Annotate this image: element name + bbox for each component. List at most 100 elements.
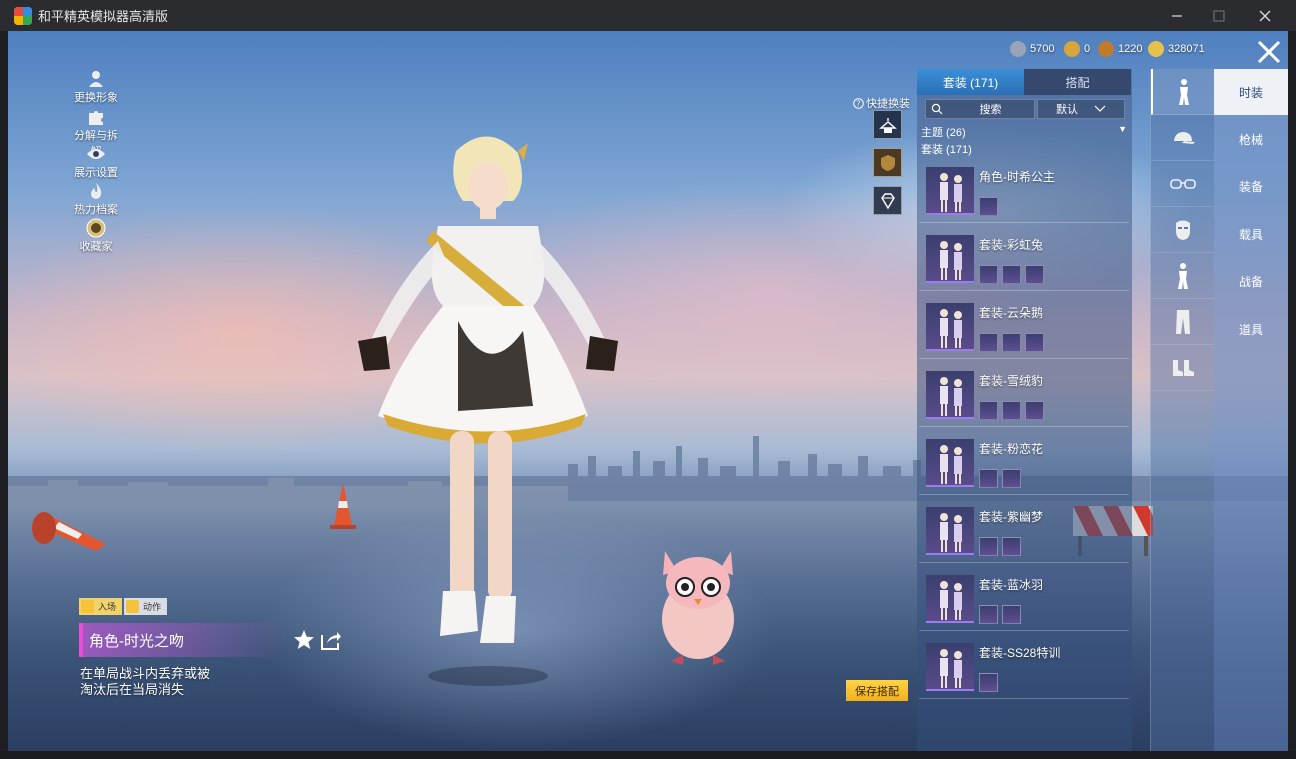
left-menu-collector[interactable]: 收藏家	[70, 218, 122, 254]
theme-label: 主题 (26)	[921, 127, 966, 139]
goggles-icon	[1170, 178, 1196, 189]
tab-outfits[interactable]: 搭配	[1024, 69, 1131, 95]
suit-piece-icon[interactable]	[1025, 265, 1044, 284]
taskbar-strip	[0, 751, 1296, 759]
person-icon	[86, 69, 106, 89]
category-full-body[interactable]	[1151, 69, 1215, 115]
skin-description-line2: 淘汰后在当局消失	[80, 682, 185, 697]
category-face[interactable]	[1151, 207, 1215, 253]
bronze-coin-icon	[1098, 41, 1114, 57]
suit-piece-icon[interactable]	[979, 333, 998, 352]
tab-action[interactable]: 动作	[124, 598, 168, 615]
suit-piece-icon[interactable]	[979, 197, 998, 216]
title-bar: 和平精英模拟器高清版	[0, 0, 1296, 31]
suit-piece-icon[interactable]	[1002, 265, 1021, 284]
quick-change-label[interactable]: ? 快捷换装	[853, 95, 910, 111]
right-navigation: 时装 枪械 装备 载具 战备 道具	[1214, 69, 1288, 751]
silver-coin-icon	[1010, 41, 1026, 57]
suit-piece-icon[interactable]	[979, 605, 998, 624]
left-menu-label: 热力档案	[74, 204, 118, 216]
left-menu-change-look[interactable]: 更换形象	[70, 69, 122, 105]
tab-entrance[interactable]: 入场	[79, 598, 123, 615]
save-outfit-button[interactable]: 保存搭配	[846, 680, 908, 701]
suit-item[interactable]: 套装-SS28特训	[919, 637, 1129, 699]
nav-battle-gear[interactable]: 战备	[1214, 258, 1288, 304]
nav-equipment[interactable]: 装备	[1214, 163, 1288, 209]
suit-item[interactable]: 套装-彩虹兔	[919, 229, 1129, 291]
suit-item[interactable]: 套装-蓝冰羽	[919, 569, 1129, 631]
category-shoes[interactable]	[1151, 345, 1215, 391]
suit-piece-icon[interactable]	[1025, 333, 1044, 352]
search-input[interactable]: 搜索	[925, 99, 1035, 119]
theme-filter[interactable]: 主题 (26) ▼	[921, 124, 1127, 140]
nav-weapons[interactable]: 枪械	[1214, 116, 1288, 162]
suit-name: 套装-紫幽梦	[979, 510, 1043, 524]
suit-piece-icon[interactable]	[1002, 333, 1021, 352]
close-screen-button[interactable]	[1254, 37, 1284, 67]
suit-item[interactable]: 套装-云朵鹅	[919, 297, 1129, 359]
suit-piece-icon[interactable]	[979, 673, 998, 692]
category-hat[interactable]	[1151, 115, 1215, 161]
quick-slot-emblem[interactable]	[873, 148, 902, 177]
quick-slot-outfit[interactable]	[873, 110, 902, 139]
suits-count-label: 套装 (171)	[921, 144, 972, 156]
cap-icon	[1174, 131, 1195, 144]
currency-gold-badge: 0	[1064, 41, 1090, 57]
suit-piece-icon[interactable]	[1002, 605, 1021, 624]
favorite-star-icon[interactable]	[293, 629, 315, 651]
tab-suits[interactable]: 套装 (171)	[917, 69, 1024, 95]
left-menu-label: 收藏家	[79, 241, 113, 253]
mask-icon	[1176, 220, 1190, 240]
left-menu-label: 展示设置	[74, 167, 118, 179]
smile-icon	[81, 600, 94, 613]
search-icon	[931, 103, 943, 115]
currency-bronze: 1220	[1098, 41, 1142, 57]
nav-vehicles[interactable]: 载具	[1214, 211, 1288, 257]
shoes-icon	[1173, 359, 1194, 376]
suit-item[interactable]: 套装-紫幽梦	[919, 501, 1129, 563]
left-menu-display-settings[interactable]: 展示设置	[70, 144, 122, 180]
suit-piece-icon[interactable]	[1002, 469, 1021, 488]
suit-piece-icon[interactable]	[979, 265, 998, 284]
help-icon: ?	[853, 97, 864, 109]
category-eyewear[interactable]	[1151, 161, 1215, 207]
app-logo-icon	[14, 6, 32, 25]
suit-thumbnail	[926, 439, 974, 487]
game-viewport: 更换形象 分解与拆解 展示设置 热力档案 收藏家 5700 0 1220 328…	[8, 31, 1288, 751]
selected-skin-name: 角色-时光之吻	[79, 623, 289, 657]
suit-thumbnail	[926, 575, 974, 623]
search-placeholder: 搜索	[979, 104, 1002, 116]
suit-piece-icon[interactable]	[1002, 537, 1021, 556]
sort-label: 默认	[1056, 104, 1078, 116]
quick-change-text: 快捷换装	[866, 98, 910, 110]
suit-piece-icon[interactable]	[1025, 401, 1044, 420]
suit-piece-icon[interactable]	[979, 469, 998, 488]
category-pants[interactable]	[1151, 299, 1215, 345]
suit-piece-icon[interactable]	[1002, 401, 1021, 420]
close-window-button[interactable]	[1242, 0, 1288, 31]
left-menu-heat-archive[interactable]: 热力档案	[70, 181, 122, 217]
maximize-icon	[1213, 10, 1225, 21]
emblem-icon	[880, 154, 895, 171]
currency-value: 328071	[1168, 43, 1205, 55]
sort-dropdown[interactable]: 默认	[1037, 99, 1125, 119]
category-outfit[interactable]	[1151, 253, 1215, 299]
suit-piece-icon[interactable]	[979, 401, 998, 420]
chevron-down-icon	[1094, 105, 1106, 112]
close-icon	[1259, 10, 1271, 21]
suit-item[interactable]: 套装-粉恋花	[919, 433, 1129, 495]
suit-item[interactable]: 角色-时希公主	[919, 161, 1129, 223]
suit-piece-icon[interactable]	[979, 537, 998, 556]
quick-slot-gem[interactable]	[873, 186, 902, 215]
dropdown-arrow-icon: ▼	[1118, 124, 1127, 134]
nav-fashion[interactable]: 时装	[1214, 69, 1288, 115]
gold-coin-icon	[1148, 41, 1164, 57]
maximize-button[interactable]	[1196, 0, 1242, 31]
nav-items[interactable]: 道具	[1214, 306, 1288, 352]
currency-gold: 328071	[1148, 41, 1205, 57]
share-icon[interactable]	[320, 629, 342, 651]
traffic-cone-left	[32, 512, 106, 551]
minimize-button[interactable]	[1154, 0, 1200, 31]
suit-item[interactable]: 套装-雪绒豹	[919, 365, 1129, 427]
svg-text:?: ?	[856, 99, 860, 108]
